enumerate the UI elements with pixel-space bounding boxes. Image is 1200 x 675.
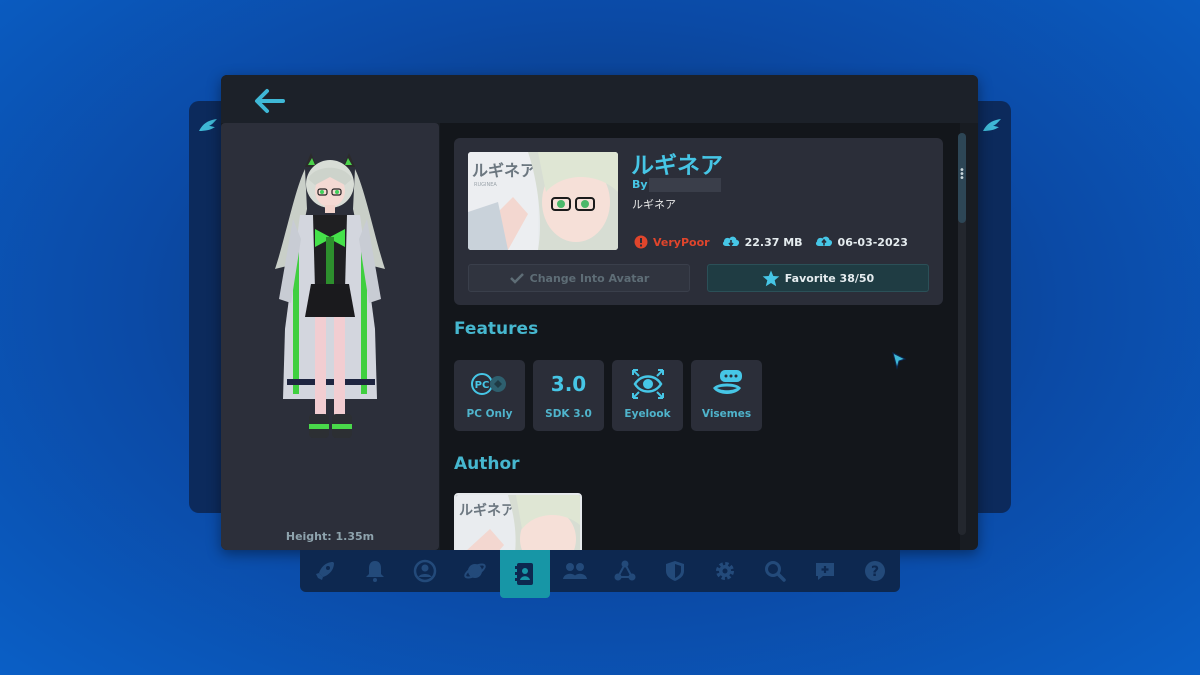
avatar-details-window: Height: 1.35m ルギネア RUGINEA ルギネア By ルギネア … bbox=[221, 75, 978, 550]
taskbar-avatars[interactable] bbox=[500, 550, 550, 598]
thumbnail-title: ルギネア bbox=[472, 161, 536, 180]
top-bar bbox=[221, 75, 978, 123]
performance-rating: VeryPoor bbox=[634, 235, 710, 249]
features-title: Features bbox=[454, 319, 539, 339]
avatar-description: ルギネア bbox=[632, 198, 676, 211]
cloud-download-icon bbox=[722, 236, 739, 247]
cloud-upload-icon bbox=[815, 236, 832, 246]
bell-icon bbox=[366, 561, 384, 582]
rocket-icon bbox=[316, 562, 334, 580]
feature-pc-only: PC PC Only bbox=[454, 360, 525, 431]
feature-eyelook: Eyelook bbox=[612, 360, 683, 431]
avatar-preview-panel[interactable]: Height: 1.35m bbox=[221, 123, 439, 550]
taskbar-groups[interactable] bbox=[600, 550, 650, 592]
change-into-avatar-button[interactable]: Change Into Avatar bbox=[468, 264, 690, 292]
feature-sdk: 3.0 SDK 3.0 bbox=[533, 360, 604, 431]
avatar-thumbnail: ルギネア RUGINEA bbox=[468, 152, 618, 250]
avatar-details-content: ルギネア RUGINEA ルギネア By ルギネア VeryPoor 22.37… bbox=[440, 123, 960, 550]
profile-icon bbox=[413, 559, 437, 583]
friends-icon bbox=[563, 563, 587, 579]
author-title: Author bbox=[454, 454, 520, 474]
file-size-label: 22.37 MB bbox=[744, 235, 803, 249]
taskbar-worlds[interactable] bbox=[450, 550, 500, 592]
feature-label: SDK 3.0 bbox=[545, 408, 592, 420]
upload-date: 06-03-2023 bbox=[815, 235, 908, 249]
wing-icon bbox=[199, 119, 217, 131]
wing-icon bbox=[983, 119, 1001, 131]
avatar-book-icon bbox=[515, 563, 533, 585]
taskbar-launch[interactable] bbox=[300, 550, 350, 592]
checkmark-icon bbox=[509, 273, 524, 284]
content-scrollbar[interactable]: • • • bbox=[958, 133, 966, 535]
avatar-model-image bbox=[275, 153, 385, 438]
author-avatar-thumbnail[interactable]: ルギネア bbox=[454, 493, 582, 550]
back-button[interactable] bbox=[253, 88, 287, 114]
feature-visemes: Visemes bbox=[691, 360, 762, 431]
gear-icon bbox=[716, 562, 734, 580]
avatar-info-card: ルギネア RUGINEA ルギネア By ルギネア VeryPoor 22.37… bbox=[454, 138, 943, 305]
taskbar-settings[interactable] bbox=[700, 550, 750, 592]
pc-only-icon: PC bbox=[470, 373, 506, 395]
taskbar-notifications[interactable] bbox=[350, 550, 400, 592]
avatar-name: ルギネア bbox=[631, 153, 723, 179]
file-size: 22.37 MB bbox=[722, 235, 803, 249]
change-into-avatar-label: Change Into Avatar bbox=[529, 271, 650, 285]
help-icon: ? bbox=[865, 561, 885, 581]
sdk-icon: 3.0 bbox=[550, 372, 587, 396]
favorite-button[interactable]: Favorite 38/50 bbox=[707, 264, 929, 292]
avatar-height-label: Height: 1.35m bbox=[285, 530, 375, 543]
chat-plus-icon bbox=[816, 563, 834, 580]
svg-text:PC: PC bbox=[474, 380, 489, 391]
star-icon bbox=[762, 270, 780, 286]
taskbar-profile[interactable] bbox=[400, 550, 450, 592]
taskbar-add-message[interactable] bbox=[800, 550, 850, 592]
visemes-icon bbox=[712, 370, 742, 394]
taskbar-social[interactable] bbox=[550, 550, 600, 592]
upload-date-label: 06-03-2023 bbox=[837, 235, 908, 249]
pointer-cursor-icon bbox=[892, 352, 907, 370]
features-list: PC PC Only 3.0 SDK 3.0 Eyelook Visemes bbox=[454, 360, 770, 431]
feature-label: Visemes bbox=[701, 408, 752, 420]
feature-label: Eyelook bbox=[624, 408, 671, 420]
search-icon bbox=[765, 561, 786, 582]
planet-icon bbox=[464, 563, 486, 579]
favorite-label: Favorite 38/50 bbox=[784, 271, 875, 285]
avatar-stats: VeryPoor 22.37 MB 06-03-2023 bbox=[634, 234, 920, 250]
thumbnail-subtitle: RUGINEA bbox=[474, 182, 497, 188]
taskbar-help[interactable]: ? bbox=[850, 550, 900, 592]
author-name-redacted bbox=[648, 178, 721, 192]
taskbar: ? bbox=[300, 550, 900, 598]
taskbar-search[interactable] bbox=[750, 550, 800, 592]
arrow-left-icon bbox=[255, 89, 285, 113]
scrollbar-thumb[interactable]: • • • bbox=[958, 133, 966, 223]
feature-label: PC Only bbox=[466, 408, 513, 420]
eye-icon bbox=[631, 369, 664, 399]
shield-icon bbox=[666, 561, 684, 581]
performance-label: VeryPoor bbox=[653, 235, 710, 249]
performance-warning-icon bbox=[634, 235, 648, 249]
svg-text:?: ? bbox=[871, 564, 879, 580]
author-thumbnail-title: ルギネア bbox=[459, 502, 515, 519]
groups-network-icon bbox=[614, 560, 636, 581]
taskbar-safety[interactable] bbox=[650, 550, 700, 592]
author-line: By bbox=[632, 178, 721, 192]
by-label: By bbox=[632, 178, 648, 191]
